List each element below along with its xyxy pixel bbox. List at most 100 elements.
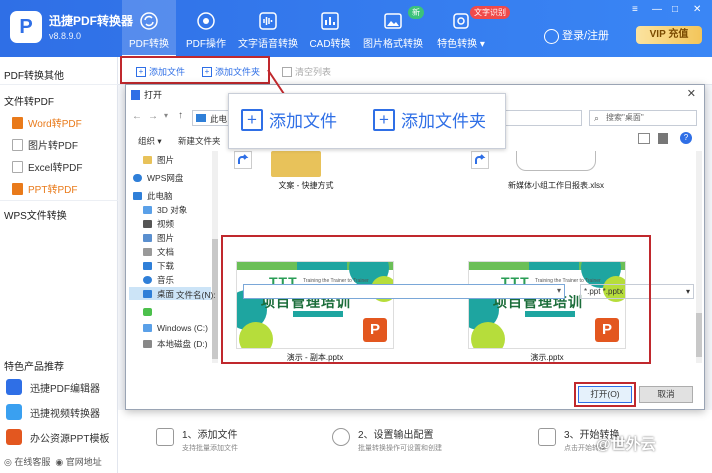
tree-label: 下载 (157, 260, 175, 271)
tree-item-wps-drive[interactable]: WPS网盘 (129, 171, 211, 184)
word-file-icon (12, 116, 23, 129)
file-item-shortcut[interactable]: 文案 - 快捷方式 (266, 180, 346, 191)
file-item-xlsx[interactable]: 新媒体小组工作日报表.xlsx (496, 180, 616, 191)
files-scrollbar[interactable] (696, 151, 702, 363)
music-icon (143, 275, 152, 284)
sidebar-group-pdf-other[interactable]: PDF转换其他 (4, 67, 64, 82)
cloud-icon (133, 173, 142, 182)
tree-item-drive-d[interactable]: 本地磁盘 (D:) (129, 337, 211, 350)
nav-label: 图片格式转换 (363, 39, 423, 50)
forward-arrow-icon[interactable]: → (148, 111, 158, 122)
up-arrow-icon[interactable]: ↑ (178, 110, 183, 121)
feature-ppt-templates[interactable]: 办公资源PPT模板 (6, 429, 109, 445)
drive-icon (143, 339, 152, 348)
sidebar-item-word-to-pdf[interactable]: Word转PDF (12, 115, 82, 130)
sidebar: PDF转换其他 文件转PDF Word转PDF 图片转PDF Excel转PDF… (0, 57, 118, 473)
search-icon: ⌕ (594, 113, 600, 123)
app-logo: P (10, 11, 42, 43)
back-arrow-icon[interactable]: ← (132, 111, 142, 122)
chevron-down-icon: ▾ (477, 39, 485, 50)
nav-label: 文字语音转换 (238, 39, 298, 50)
callout-add-folder: + 添加文件夹 (373, 107, 486, 132)
nav-pdf-convert[interactable]: PDF转换 (122, 0, 176, 57)
clear-list-button[interactable]: 清空列表 (282, 65, 331, 78)
tree-item-music[interactable]: 音乐 (129, 273, 211, 286)
spreadsheet-thumb (516, 151, 596, 171)
document-icon (143, 247, 152, 256)
tree-item-3d[interactable]: 3D 对象 (129, 203, 211, 216)
nav-text-voice[interactable]: 文字语音转换 (236, 0, 300, 57)
help-icon[interactable]: ? (680, 132, 692, 144)
tree-item-green[interactable] (129, 305, 211, 318)
dialog-close-icon[interactable]: ✕ (687, 87, 696, 100)
watermark: @世外云 (596, 436, 656, 453)
tree-item-pictures[interactable]: 图片 (129, 153, 211, 166)
plus-icon: + (241, 108, 263, 131)
maximize-icon[interactable]: □ (672, 4, 678, 15)
organize-menu[interactable]: 组织 ▾ (138, 135, 162, 147)
callout-add-file: + 添加文件 (241, 107, 337, 132)
nav-pdf-ops[interactable]: PDF操作 (180, 0, 232, 57)
support-icon: ◎ (4, 457, 12, 467)
sidebar-item-ppt-to-pdf[interactable]: PPT转PDF (12, 181, 77, 196)
sidebar-group-wps[interactable]: WPS文件转换 (4, 207, 67, 222)
online-support-link[interactable]: 在线客服 (14, 457, 50, 467)
website-link[interactable]: 官网地址 (66, 457, 102, 467)
tree-item-documents[interactable]: 文档 (129, 245, 211, 258)
vip-button[interactable]: VIP 充值 (636, 26, 702, 44)
address-text: 此电 (210, 114, 228, 124)
search-box[interactable]: ⌕ 搜索"桌面" (589, 110, 697, 126)
plus-icon: + (373, 108, 395, 131)
menu-icon[interactable]: ≡ (632, 4, 638, 15)
sidebar-item-image-to-pdf[interactable]: 图片转PDF (12, 137, 78, 152)
step-label: 1、添加文件 (182, 430, 238, 441)
bar-chart-icon (321, 12, 339, 30)
trash-icon (282, 66, 292, 77)
sidebar-footer: ◎ 在线客服 ◉ 官网地址 (4, 455, 102, 468)
preview-pane-icon[interactable] (658, 133, 668, 144)
nav-label: PDF操作 (186, 39, 226, 50)
nav-label: 特色转换 (437, 39, 478, 50)
view-options-icon[interactable] (638, 133, 650, 144)
tree-item-drive-c[interactable]: Windows (C:) (129, 321, 211, 334)
sidebar-item-excel-to-pdf[interactable]: Excel转PDF (12, 159, 82, 174)
cancel-button[interactable]: 取消 (639, 386, 693, 403)
tree-item-pictures2[interactable]: 图片 (129, 231, 211, 244)
step-label: 2、设置输出配置 (358, 430, 434, 441)
sidebar-group-file-to-pdf[interactable]: 文件转PDF (4, 93, 54, 108)
image-file-icon (12, 138, 23, 151)
step-sub: 支持批量添加文件 (182, 445, 238, 452)
minimize-icon[interactable]: — (652, 4, 662, 15)
tree-label: 图片 (157, 154, 175, 165)
ppt-template-icon (6, 429, 22, 445)
scroll-thumb[interactable] (696, 313, 702, 357)
tree-item-downloads[interactable]: 下载 (129, 259, 211, 272)
image-icon (143, 233, 152, 242)
gear-icon (332, 428, 350, 446)
zoom-callout: + 添加文件 + 添加文件夹 (228, 93, 506, 149)
tree-label: 此电脑 (147, 190, 173, 201)
folder-icon (143, 155, 152, 164)
tree-scrollbar[interactable] (212, 151, 218, 363)
login-button[interactable]: 登录/注册 (544, 27, 609, 44)
close-icon[interactable]: ✕ (693, 4, 701, 15)
cube-icon (143, 205, 152, 214)
login-label: 登录/注册 (562, 30, 610, 42)
tree-item-this-pc[interactable]: 此电脑 (129, 189, 211, 202)
image-icon (384, 13, 402, 29)
tree-item-videos[interactable]: 视频 (129, 217, 211, 230)
feature-pdf-editor[interactable]: 迅捷PDF编辑器 (6, 379, 100, 395)
step-sub: 批量转换操作可设置和创建 (358, 445, 442, 452)
video-converter-icon (6, 404, 22, 420)
highlight-pptx-files (221, 235, 651, 364)
tree-label: 文档 (157, 246, 175, 257)
shortcut-arrow-icon (234, 151, 252, 169)
feature-video-converter[interactable]: 迅捷视频转换器 (6, 404, 100, 420)
chevron-down-icon[interactable]: ▾ (164, 111, 168, 120)
tree-label: 本地磁盘 (D:) (157, 338, 208, 349)
nav-cad[interactable]: CAD转换 (306, 0, 354, 57)
tree-label: WPS网盘 (147, 172, 184, 183)
new-folder-button[interactable]: 新建文件夹 (178, 135, 221, 147)
tree-label: 图片 (157, 232, 175, 243)
user-icon (544, 28, 559, 44)
